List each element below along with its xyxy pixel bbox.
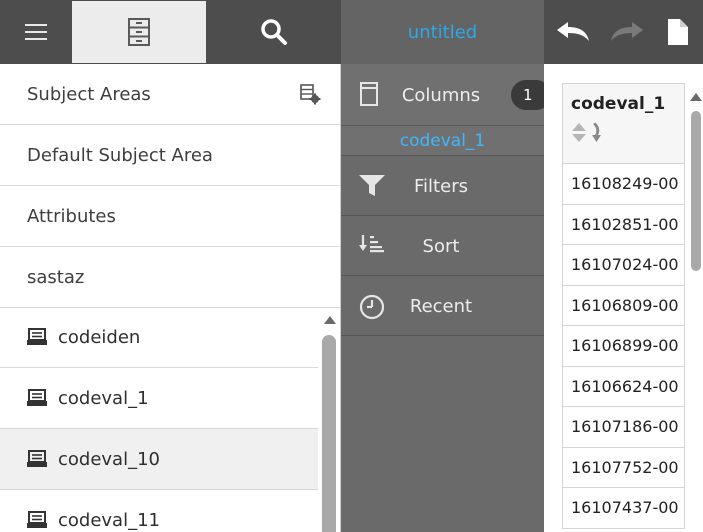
table-icon	[27, 511, 47, 528]
grid-cell[interactable]: 16107186-00	[562, 407, 685, 448]
file-cabinet-icon	[128, 18, 150, 46]
scrollbar-thumb[interactable]	[322, 335, 336, 532]
hamburger-icon	[25, 24, 47, 40]
column-list-scrollbar[interactable]	[320, 307, 340, 532]
search-button[interactable]	[206, 0, 341, 64]
nav-default-subject-area[interactable]: Default Subject Area	[0, 125, 340, 186]
scroll-up-arrow-icon[interactable]	[324, 316, 336, 324]
sort-label: Sort	[422, 235, 460, 257]
results-toolbar	[544, 0, 703, 64]
search-icon	[260, 19, 287, 45]
filters-label: Filters	[414, 175, 468, 197]
grid-column-header[interactable]: codeval_1	[562, 83, 685, 164]
grid-cell[interactable]: 16107752-00	[562, 447, 685, 488]
left-panel: Subject Areas Default Subject Area Attri…	[0, 0, 341, 532]
nav-attributes[interactable]: Attributes	[0, 186, 340, 247]
nav-subject-areas[interactable]: Subject Areas	[0, 64, 340, 125]
new-document-button[interactable]	[658, 0, 698, 64]
selected-column-link[interactable]: codeval_1	[341, 125, 544, 156]
nav-label: Default Subject Area	[27, 144, 213, 166]
grid-cell[interactable]: 16106899-00	[562, 326, 685, 367]
filters-row[interactable]: Filters	[341, 156, 544, 216]
grid-cell[interactable]: 16107024-00	[562, 245, 685, 286]
nav-label: Subject Areas	[27, 83, 151, 105]
nav-label: sastaz	[27, 266, 85, 288]
scroll-up-arrow-icon[interactable]	[690, 93, 702, 101]
grid-cell[interactable]: 16107437-00	[562, 488, 685, 529]
columns-row[interactable]: Columns 1	[341, 64, 551, 127]
recent-row[interactable]: Recent	[341, 276, 544, 336]
left-toolbar	[0, 0, 341, 64]
subject-area-nav: Subject Areas Default Subject Area Attri…	[0, 64, 340, 308]
column-item-codeval-1[interactable]: codeval_1	[0, 368, 318, 429]
query-panel: untitled Columns 1 codeval_1 Filters Sor…	[341, 0, 551, 532]
column-label: codeval_10	[58, 448, 160, 470]
column-item-codeval-10[interactable]: codeval_10	[0, 429, 318, 490]
filters-section[interactable]: Filters	[341, 156, 544, 216]
sort-toggle-icon[interactable]	[571, 122, 607, 144]
grid-cell[interactable]: 16106809-00	[562, 285, 685, 326]
column-label: codeval_1	[58, 387, 149, 409]
table-icon	[27, 389, 47, 406]
column-item-codeiden[interactable]: codeiden	[0, 307, 318, 368]
results-grid: codeval_1 16108249-00 16102851-00 161070…	[562, 83, 685, 529]
results-scrollbar[interactable]	[690, 83, 703, 532]
column-label: codeval_11	[58, 509, 160, 531]
results-panel: codeval_1 16108249-00 16102851-00 161070…	[544, 0, 703, 532]
menu-button[interactable]	[0, 0, 72, 64]
document-title[interactable]: untitled	[408, 22, 477, 43]
recent-label: Recent	[409, 295, 473, 317]
catalog-button[interactable]	[72, 1, 206, 63]
sort-section[interactable]: Sort	[341, 216, 544, 276]
columns-section[interactable]: Columns 1 codeval_1	[341, 64, 551, 156]
table-icon	[27, 450, 47, 467]
column-list: codeiden codeval_1 codeval_10 codeval_11	[0, 307, 318, 532]
nav-label: Attributes	[27, 205, 116, 227]
undo-icon	[557, 22, 589, 41]
scrollbar-thumb[interactable]	[691, 111, 701, 271]
sort-row[interactable]: Sort	[341, 216, 544, 276]
grid-cell[interactable]: 16102851-00	[562, 204, 685, 245]
redo-icon	[611, 22, 643, 41]
redo-button[interactable]	[602, 0, 652, 64]
table-icon	[27, 328, 47, 345]
grid-cell[interactable]: 16108249-00	[562, 164, 685, 205]
settings-icon[interactable]	[300, 84, 322, 106]
undo-button[interactable]	[548, 0, 598, 64]
column-item-codeval-11[interactable]: codeval_11	[0, 490, 318, 532]
column-label: codeiden	[58, 326, 141, 348]
new-document-icon	[668, 19, 688, 45]
grid-header-label: codeval_1	[571, 94, 666, 114]
recent-section[interactable]: Recent	[341, 276, 544, 336]
grid-rows: 16108249-00 16102851-00 16107024-00 1610…	[562, 164, 685, 529]
grid-cell[interactable]: 16106624-00	[562, 366, 685, 407]
nav-sastaz[interactable]: sastaz	[0, 247, 340, 308]
document-title-bar: untitled	[341, 0, 544, 64]
